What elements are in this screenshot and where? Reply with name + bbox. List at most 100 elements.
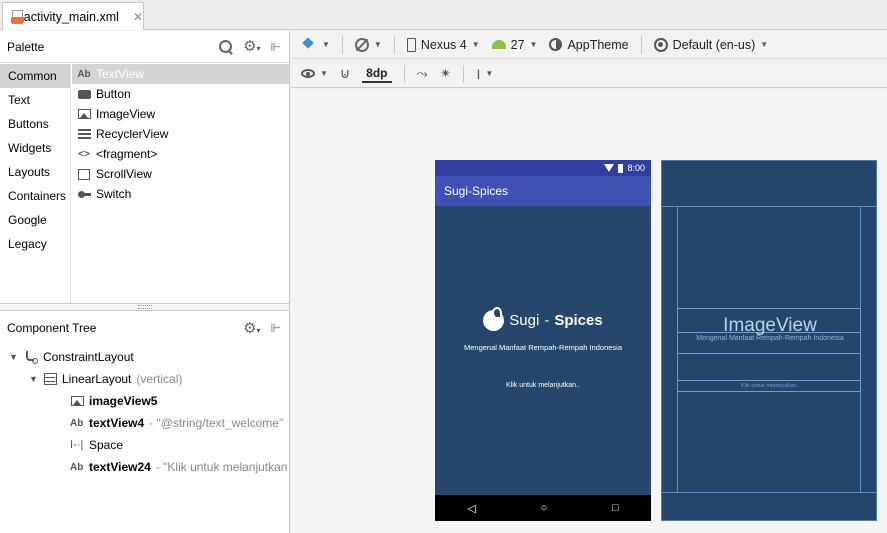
tree-node-constraintlayout[interactable]: ▼ ConstraintLayout — [0, 346, 289, 368]
design-preview[interactable]: 8:00 Sugi-Spices Sugi - Spices Mengenal … — [435, 160, 651, 521]
wifi-icon — [604, 164, 615, 172]
blueprint-imageview-label: ImageView — [723, 315, 817, 336]
category-google[interactable]: Google — [0, 208, 70, 232]
home-icon: ○ — [540, 502, 548, 514]
category-containers[interactable]: Containers — [0, 184, 70, 208]
image-icon — [77, 108, 91, 120]
hide-panel-icon[interactable]: ⊩ — [271, 321, 281, 335]
category-layouts[interactable]: Layouts — [0, 160, 70, 184]
tree-node-linearlayout[interactable]: ▼ LinearLayout (vertical) — [0, 368, 289, 390]
node-label: LinearLayout — [62, 372, 132, 386]
widget-label: ScrollView — [96, 167, 152, 181]
globe-icon — [653, 37, 668, 52]
recents-icon: □ — [611, 502, 619, 514]
status-time: 8:00 — [627, 163, 645, 173]
welcome-text[interactable]: Mengenal Manfaat Rempah-Rempah Indonesia — [435, 343, 651, 352]
magnet-off-icon: ⊍ — [339, 65, 351, 81]
autoconnect-button[interactable]: ⊍ — [336, 63, 354, 85]
search-icon[interactable] — [219, 39, 233, 54]
clear-constraints-button[interactable]: ⤳ — [413, 63, 432, 85]
code-icon: <> — [78, 148, 90, 160]
locale-dropdown[interactable]: Default (en-us) ▼ — [650, 34, 773, 56]
layers-icon — [301, 38, 317, 52]
linear-layout-icon — [44, 373, 57, 385]
logo-image[interactable]: Sugi - Spices — [435, 307, 651, 331]
api-label: 27 — [510, 37, 525, 52]
chevron-down-icon[interactable]: ▼ — [29, 374, 39, 384]
view-options-button[interactable]: ▼ — [297, 63, 332, 85]
logo-text-bold: Spices — [554, 312, 603, 329]
android-icon — [491, 40, 506, 49]
app-bar: Sugi-Spices — [435, 176, 651, 206]
button-icon — [77, 88, 91, 100]
gear-icon[interactable]: ⚙▾ — [243, 39, 260, 54]
node-label: textView4 — [89, 416, 145, 430]
eye-icon — [301, 69, 315, 78]
component-tree: ▼ ConstraintLayout ▼ LinearLayout (verti… — [0, 346, 289, 478]
component-tree-title: Component Tree — [7, 321, 97, 335]
logo-icon — [483, 307, 505, 331]
node-label: Space — [89, 438, 124, 452]
tree-node-textview4[interactable]: Ab textView4 - "@string/text_welcome" — [0, 412, 289, 434]
chevron-down-icon[interactable]: ▼ — [9, 352, 19, 362]
node-label: ConstraintLayout — [43, 350, 134, 364]
widget-fragment[interactable]: <> <fragment> — [72, 144, 289, 164]
api-dropdown[interactable]: 27 ▼ — [488, 34, 542, 56]
blueprint-space[interactable] — [677, 353, 861, 381]
widget-textview[interactable]: Ab TextView — [72, 64, 289, 84]
rotate-icon — [354, 37, 369, 52]
theme-icon — [549, 38, 563, 51]
hide-panel-icon[interactable]: ⊩ — [271, 40, 281, 54]
widget-label: RecyclerView — [96, 127, 169, 141]
gear-icon[interactable]: ⚙▾ — [243, 321, 260, 336]
guidelines-button[interactable]: Ι ▼ — [472, 63, 497, 85]
tree-node-imageview5[interactable]: imageView5 — [0, 390, 289, 412]
editor-tab-bar: activity_main.xml ✕ — [0, 0, 887, 30]
palette-header: Palette ⚙▾ ⊩ — [0, 31, 289, 63]
palette-categories: Common Text Buttons Widgets Layouts Cont… — [0, 64, 71, 304]
tree-node-space[interactable]: I-·| Space — [0, 434, 289, 456]
node-meta: (vertical) — [136, 372, 183, 386]
orientation-button[interactable]: ▼ — [351, 34, 386, 56]
default-margin-button[interactable]: 8dp — [358, 63, 395, 85]
tree-node-textview24[interactable]: Ab textView24 - "Klik untuk melanjutkan — [0, 456, 289, 478]
device-dropdown[interactable]: Nexus 4 ▼ — [403, 34, 484, 56]
widget-imageview[interactable]: ImageView — [72, 104, 289, 124]
blueprint-preview[interactable]: ImageView Mengenal Manfaat Rempah-Rempah… — [661, 160, 877, 521]
category-buttons[interactable]: Buttons — [0, 112, 70, 136]
guideline-icon: Ι — [476, 65, 481, 82]
widget-scrollview[interactable]: ScrollView — [72, 164, 289, 184]
palette-widgets: Ab TextView Button ImageView RecyclerVie… — [72, 64, 289, 304]
infer-constraints-button[interactable]: ✴ — [436, 63, 456, 85]
category-text[interactable]: Text — [0, 88, 70, 112]
design-surface-button[interactable]: ▼ — [297, 34, 334, 56]
widget-switch[interactable]: Switch — [72, 184, 289, 204]
switch-icon — [77, 188, 91, 200]
status-bar: 8:00 — [435, 160, 651, 176]
close-tab-icon[interactable]: ✕ — [133, 10, 143, 24]
theme-button[interactable]: AppTheme — [545, 34, 632, 56]
widget-recyclerview[interactable]: RecyclerView — [72, 124, 289, 144]
widget-button[interactable]: Button — [72, 84, 289, 104]
clear-constraints-icon: ⤳ — [416, 65, 428, 81]
design-canvas[interactable]: 8:00 Sugi-Spices Sugi - Spices Mengenal … — [291, 89, 887, 533]
blueprint-guide — [662, 492, 876, 493]
tab-activity-main[interactable]: activity_main.xml ✕ — [2, 2, 144, 30]
textview-icon: Ab — [70, 417, 84, 429]
logo-text-light: Sugi — [509, 312, 540, 329]
node-label: textView24 — [89, 460, 151, 474]
category-widgets[interactable]: Widgets — [0, 136, 70, 160]
panel-splitter[interactable] — [0, 303, 289, 311]
layout-toolbar: ▼ ⊍ 8dp ⤳ ✴ Ι ▼ — [291, 60, 887, 88]
widget-label: <fragment> — [96, 147, 158, 161]
node-label: imageView5 — [89, 394, 158, 408]
node-meta: - "Klik untuk melanjutkan — [155, 460, 288, 474]
left-panel: Palette ⚙▾ ⊩ Common Text Buttons Widgets… — [0, 31, 290, 533]
tab-label: activity_main.xml — [23, 9, 119, 24]
category-common[interactable]: Common — [0, 64, 70, 88]
locale-label: Default (en-us) — [672, 37, 756, 52]
grip-icon — [138, 305, 152, 309]
category-legacy[interactable]: Legacy — [0, 232, 70, 256]
continue-text[interactable]: Klik untuk melanjutkan.. — [435, 382, 651, 389]
blueprint-guide — [662, 206, 876, 207]
